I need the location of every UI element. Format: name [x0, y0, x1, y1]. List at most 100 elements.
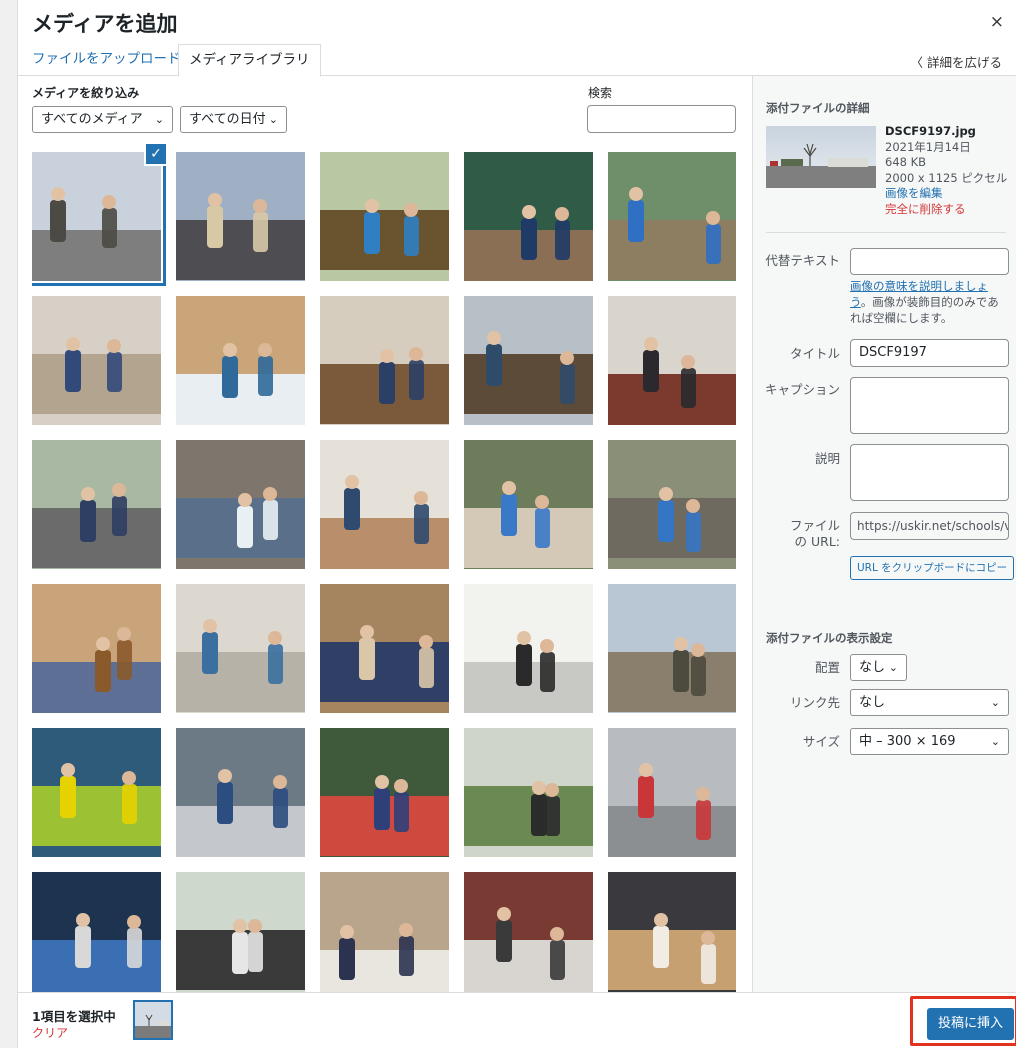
photo-image	[464, 872, 593, 992]
size-value: 中 – 300 × 169	[859, 734, 956, 749]
details-thumbnail	[766, 126, 876, 188]
media-thumbnail[interactable]	[608, 152, 736, 281]
media-type-value: すべてのメディア	[41, 112, 143, 127]
media-thumbnail[interactable]	[464, 440, 593, 569]
photo-image	[608, 296, 736, 425]
photo-image	[32, 584, 161, 713]
file-info: DSCF9197.jpg 2021年1月14日 648 KB 2000 x 11…	[885, 124, 1007, 217]
photo-image	[176, 440, 305, 569]
alt-text-help: 画像の意味を説明しましょう。画像が装飾目的のみであれば空欄にします。	[850, 278, 1010, 326]
delete-permanently-link[interactable]: 完全に削除する	[885, 202, 1007, 218]
photo-image	[608, 584, 736, 713]
media-thumbnail[interactable]	[608, 728, 736, 857]
media-thumbnail[interactable]	[176, 872, 305, 992]
file-url-label: ファイルの URL:	[789, 518, 840, 549]
link-to-label: リンク先	[789, 695, 840, 710]
photo-image	[320, 296, 449, 425]
align-value: なし	[859, 660, 886, 675]
divider	[766, 232, 1006, 233]
date-filter[interactable]: すべての日付 ⌄	[180, 106, 287, 133]
edit-image-link[interactable]: 画像を編集	[885, 186, 1007, 202]
clear-selection-link[interactable]: クリア	[32, 1024, 68, 1041]
media-thumbnail[interactable]	[464, 152, 593, 281]
media-type-filter[interactable]: すべてのメディア ⌄	[32, 106, 173, 133]
description-label: 説明	[814, 451, 840, 466]
link-to-value: なし	[859, 695, 886, 710]
attachment-details-sidebar: 添付ファイルの詳細 DSCF9197.jpg 2021年1月14日 648 KB…	[752, 76, 1016, 992]
media-thumbnail[interactable]	[32, 440, 161, 569]
file-name: DSCF9197.jpg	[885, 124, 976, 138]
file-url-field[interactable]: https://uskir.net/schools/v	[850, 512, 1009, 540]
selection-count: 1項目を選択中	[32, 1009, 116, 1024]
link-to-select[interactable]: なし ⌄	[850, 689, 1009, 716]
description-field[interactable]	[850, 444, 1009, 501]
photo-image	[32, 296, 161, 425]
caption-field[interactable]	[850, 377, 1009, 434]
media-thumbnail[interactable]	[320, 872, 449, 992]
media-thumbnail[interactable]	[320, 728, 449, 857]
media-thumbnail[interactable]	[320, 440, 449, 569]
size-select[interactable]: 中 – 300 × 169 ⌄	[850, 728, 1009, 755]
media-thumbnail[interactable]	[176, 440, 305, 569]
chevron-down-icon: ⌄	[990, 696, 1000, 709]
modal-title: メディアを追加	[32, 12, 178, 36]
media-thumbnail[interactable]	[608, 872, 736, 992]
media-thumbnail[interactable]	[176, 728, 305, 857]
media-thumbnail[interactable]	[320, 584, 449, 713]
media-toolbar: 1項目を選択中 クリア 投稿に挿入	[18, 992, 1016, 1048]
media-thumbnail[interactable]	[608, 584, 736, 713]
media-thumbnail[interactable]	[608, 440, 736, 569]
media-thumbnail[interactable]	[32, 296, 161, 425]
media-thumbnail[interactable]	[464, 584, 593, 713]
chevron-down-icon: ⌄	[268, 113, 278, 126]
chevron-down-icon: ⌄	[990, 735, 1000, 748]
chevron-down-icon: ⌄	[154, 113, 164, 126]
selected-check-icon[interactable]: ✓	[144, 142, 168, 166]
photo-image	[320, 152, 449, 281]
media-thumbnail[interactable]	[176, 584, 305, 713]
media-thumbnail[interactable]	[320, 152, 449, 281]
photo-image	[32, 872, 161, 992]
photo-image	[464, 584, 593, 713]
photo-image	[320, 584, 449, 713]
size-label: サイズ	[802, 734, 840, 749]
title-field[interactable]: DSCF9197	[850, 339, 1009, 367]
media-thumbnail[interactable]	[32, 150, 166, 286]
photo-image	[464, 296, 593, 425]
left-edge-panel	[0, 0, 18, 1048]
alt-text-help-text: 。画像が装飾目的のみであれば空欄にします。	[850, 295, 999, 325]
caption-label: キャプション	[764, 382, 840, 397]
selected-thumbnail[interactable]	[133, 1000, 173, 1040]
align-select[interactable]: なし ⌄	[850, 654, 907, 681]
tab-media-library[interactable]: メディアライブラリ	[178, 44, 321, 77]
media-thumbnail[interactable]	[176, 296, 305, 425]
close-icon[interactable]: ×	[990, 12, 1004, 32]
media-grid	[32, 150, 736, 992]
photo-image	[320, 440, 449, 569]
photo-image	[608, 440, 736, 569]
photo-image	[464, 728, 593, 857]
photo-image	[608, 872, 736, 992]
file-size: 648 KB	[885, 155, 927, 169]
expand-details-button[interactable]: 〈 詳細を広げる	[911, 52, 1002, 71]
photo-image	[320, 728, 449, 857]
alt-text-field[interactable]	[850, 248, 1009, 275]
photo-image	[608, 152, 736, 281]
search-input[interactable]	[587, 105, 736, 133]
media-thumbnail[interactable]	[176, 152, 305, 281]
display-settings-heading: 添付ファイルの表示設定	[766, 631, 893, 645]
media-thumbnail[interactable]	[32, 584, 161, 713]
align-label: 配置	[814, 660, 840, 675]
media-thumbnail[interactable]	[608, 296, 736, 425]
photo-image	[176, 728, 305, 857]
media-thumbnail[interactable]	[32, 728, 161, 857]
media-thumbnail[interactable]	[464, 728, 593, 857]
tab-upload-files[interactable]: ファイルをアップロード	[32, 44, 181, 76]
media-thumbnail[interactable]	[464, 296, 593, 425]
media-thumbnail[interactable]	[464, 872, 593, 992]
media-thumbnail[interactable]	[32, 872, 161, 992]
media-thumbnail[interactable]	[320, 296, 449, 425]
insert-into-post-button[interactable]: 投稿に挿入	[927, 1008, 1015, 1040]
alt-text-label: 代替テキスト	[765, 253, 840, 268]
copy-url-button[interactable]: URL をクリップボードにコピー	[850, 556, 1015, 580]
